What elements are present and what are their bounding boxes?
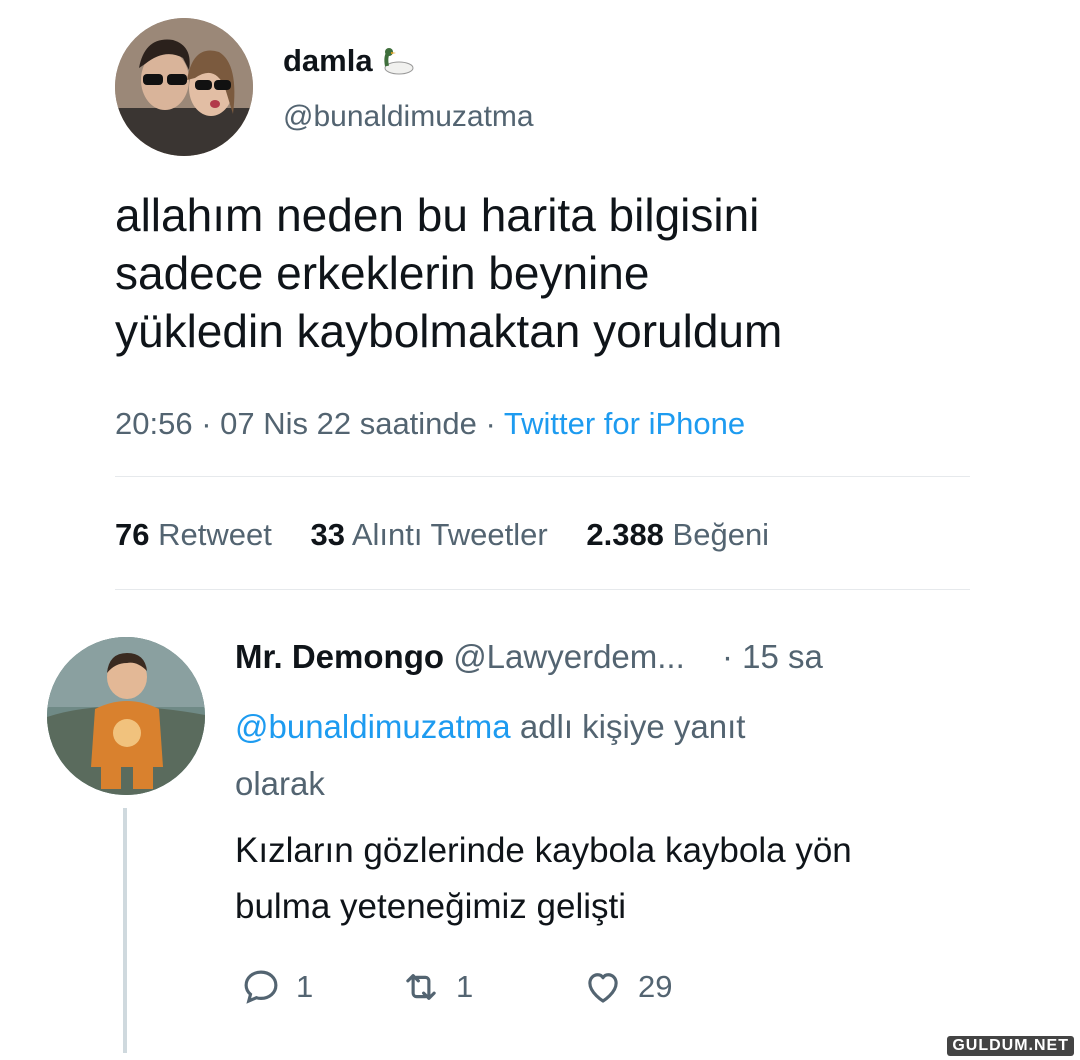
- reply-author-avatar[interactable]: [47, 637, 205, 795]
- retweet-label: Retweet: [158, 517, 272, 552]
- reply-actions: 1 1 29: [240, 966, 672, 1008]
- author-display-name: damla: [283, 43, 373, 78]
- reply-author-handle[interactable]: @Lawyerdem...: [453, 638, 685, 675]
- divider: [115, 476, 970, 477]
- quote-stat[interactable]: 33 Alıntı Tweetler: [310, 517, 547, 552]
- heart-icon: [588, 973, 618, 1003]
- tweet-stats: 76 Retweet 33 Alıntı Tweetler 2.388 Beğe…: [115, 515, 799, 555]
- tweet-text: allahım neden bu harita bilgisini sadece…: [115, 186, 1015, 360]
- duck-emoji-icon: [383, 48, 414, 75]
- replying-to-label-2: olarak: [235, 765, 325, 802]
- retweet-action-count: 1: [456, 969, 474, 1004]
- tweet-meta: 20:56 · 07 Nis 22 saatinde · Twitter for…: [115, 404, 745, 444]
- reply-text: Kızların gözlerinde kaybola kaybola yön …: [235, 823, 1035, 935]
- divider: [115, 589, 970, 590]
- retweet-count: 76: [115, 517, 150, 552]
- like-action-count: 29: [638, 969, 673, 1004]
- tweet-text-line: yükledin kaybolmaktan yoruldum: [115, 305, 783, 357]
- retweet-icon: [406, 974, 436, 1000]
- reply-header: Mr. Demongo @Lawyerdem... · 15 sa: [235, 636, 823, 678]
- quote-count: 33: [310, 517, 345, 552]
- thread-line: [123, 808, 127, 1053]
- replying-to: @bunaldimuzatma adlı kişiye yanıt olarak: [235, 698, 995, 812]
- watermark: GULDUM.NET: [947, 1036, 1074, 1056]
- author-handle[interactable]: @bunaldimuzatma: [283, 98, 534, 136]
- reply-count: 1: [296, 969, 314, 1004]
- author-name[interactable]: damla: [283, 42, 415, 80]
- reply-text-line: Kızların gözlerinde kaybola kaybola yön: [235, 831, 852, 870]
- author-avatar[interactable]: [115, 18, 253, 156]
- like-count: 2.388: [586, 517, 664, 552]
- like-action[interactable]: 29: [582, 966, 672, 1008]
- reply-time[interactable]: · 15 sa: [722, 638, 823, 675]
- reply-text-line: bulma yeteneğimiz gelişti: [235, 887, 627, 926]
- tweet-source[interactable]: Twitter for iPhone: [504, 406, 745, 441]
- tweet-timestamp[interactable]: 20:56 · 07 Nis 22 saatinde ·: [115, 406, 496, 441]
- tweet-text-line: sadece erkeklerin beynine: [115, 247, 650, 299]
- tweet-text-line: allahım neden bu harita bilgisini: [115, 189, 760, 241]
- retweet-stat[interactable]: 76 Retweet: [115, 517, 272, 552]
- like-label: Beğeni: [672, 517, 770, 552]
- replying-to-mention[interactable]: @bunaldimuzatma: [235, 708, 511, 745]
- quote-label: Alıntı Tweetler: [351, 517, 548, 552]
- like-stat[interactable]: 2.388 Beğeni: [586, 517, 769, 552]
- retweet-action[interactable]: 1: [400, 966, 582, 1008]
- replying-to-label: adlı kişiye yanıt: [519, 708, 746, 745]
- reply-action[interactable]: 1: [240, 966, 400, 1008]
- reply-author-name[interactable]: Mr. Demongo: [235, 638, 444, 675]
- reply-icon: [244, 970, 278, 1004]
